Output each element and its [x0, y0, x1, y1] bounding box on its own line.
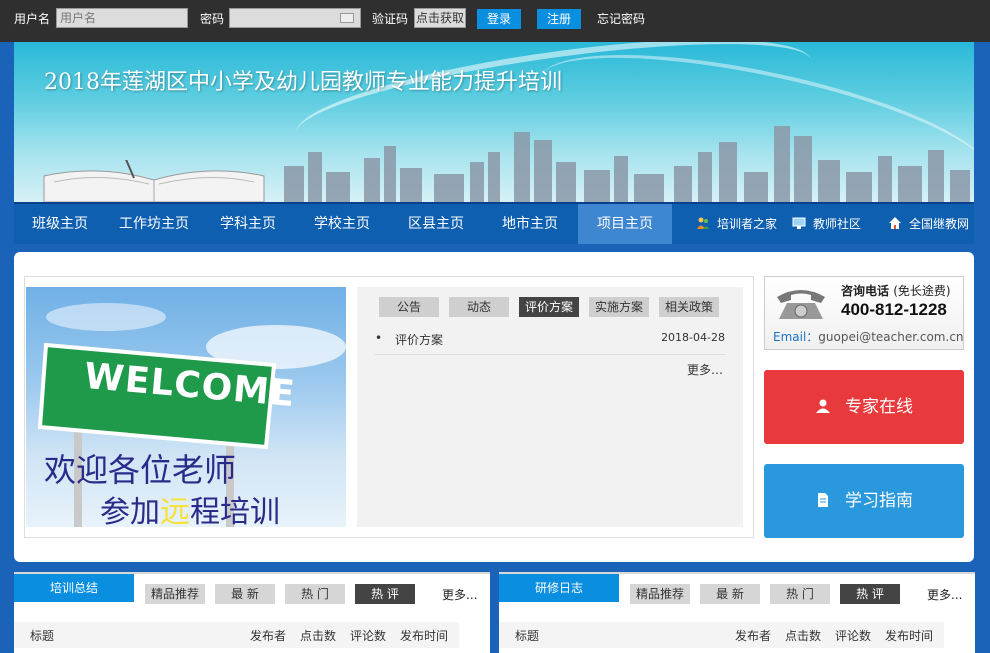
login-bar: 用户名 用户名 密码 验证码 点击获取 登录 注册 忘记密码	[0, 0, 990, 42]
forgot-password-link[interactable]: 忘记密码	[597, 10, 645, 27]
column-title: 标题	[515, 629, 540, 643]
welcome-line-1: 欢迎各位老师	[44, 451, 237, 489]
nav-item-workshop[interactable]: 工作坊主页	[112, 204, 196, 244]
welcome-line-2: 参加远程培训	[100, 487, 280, 527]
expert-online-button[interactable]: 专家在线	[764, 370, 964, 444]
column-clicks: 点击数	[300, 629, 337, 643]
tab-implementation-plan[interactable]: 实施方案	[589, 297, 649, 317]
news-more-link[interactable]: 更多…	[687, 361, 723, 378]
content-box: WELCOME 欢迎各位老师 参加远程培训 公告 动态 评价方案 实施方案 相关…	[24, 276, 754, 538]
tab-popular[interactable]: 热 门	[770, 584, 830, 604]
divider	[375, 354, 725, 355]
telephone-icon	[777, 290, 825, 319]
column-clicks: 点击数	[785, 629, 822, 643]
username-input[interactable]: 用户名	[56, 8, 188, 28]
welcome-line-2-part: 参加	[100, 495, 160, 527]
email-address[interactable]: guopei@teacher.com.cn	[818, 330, 963, 344]
banner-title: 2018年莲湖区中小学及幼儿园教师专业能力提升培训	[44, 70, 562, 95]
contact-box: 咨询电话 (免长途费) 400-812-1228 Email：guopei@te…	[764, 276, 964, 350]
tab-updates[interactable]: 动态	[449, 297, 509, 317]
panel-more-link[interactable]: 更多...	[442, 586, 477, 603]
nav-link-trainers-home[interactable]: 培训者之家	[696, 204, 777, 244]
home-icon	[889, 217, 901, 229]
phone-number: 400-812-1228	[841, 300, 947, 319]
nav-link-label: 全国继教网	[909, 217, 970, 231]
news-title[interactable]: 评价方案	[395, 331, 443, 348]
column-title: 标题	[30, 629, 55, 643]
column-publisher: 发布者	[250, 629, 287, 643]
table-header: 标题 发布者 点击数 评论数 发布时间	[14, 622, 459, 648]
tab-featured[interactable]: 精品推荐	[145, 584, 205, 604]
people-icon	[697, 217, 709, 229]
tab-evaluation-plan[interactable]: 评价方案	[519, 297, 579, 317]
nav-item-class[interactable]: 班级主页	[24, 204, 96, 244]
column-publisher: 发布者	[735, 629, 772, 643]
document-icon	[818, 493, 828, 507]
consult-label: 咨询电话	[841, 284, 890, 298]
monitor-icon	[792, 217, 806, 229]
nav-item-subject[interactable]: 学科主页	[212, 204, 284, 244]
city-skyline-illustration	[284, 126, 970, 202]
expert-online-label: 专家在线	[845, 397, 913, 417]
nav-item-city[interactable]: 地市主页	[494, 204, 566, 244]
nav-item-school[interactable]: 学校主页	[306, 204, 378, 244]
nav-link-teacher-community[interactable]: 教师社区	[792, 204, 861, 244]
panel-title: 培训总结	[14, 574, 134, 602]
column-comments: 评论数	[835, 629, 872, 643]
password-input[interactable]	[229, 8, 361, 28]
book-quill-illustration	[43, 160, 265, 202]
study-guide-label: 学习指南	[845, 491, 913, 511]
consult-note: (免长途费)	[893, 284, 951, 298]
nav-link-national[interactable]: 全国继教网	[888, 204, 969, 244]
tab-featured[interactable]: 精品推荐	[630, 584, 690, 604]
news-tabs-panel: 公告 动态 评价方案 实施方案 相关政策 • 评价方案 2018-04-28 更…	[357, 287, 743, 527]
nav-item-project[interactable]: 项目主页	[578, 204, 672, 244]
keyboard-icon[interactable]	[340, 13, 354, 23]
captcha-button[interactable]: 点击获取	[414, 8, 466, 28]
nav-link-label: 教师社区	[813, 217, 862, 231]
tab-latest[interactable]: 最 新	[215, 584, 275, 604]
tab-related-policy[interactable]: 相关政策	[659, 297, 719, 317]
email-line: Email：guopei@teacher.com.cn	[773, 328, 964, 345]
user-icon	[816, 399, 830, 413]
main-panel: WELCOME 欢迎各位老师 参加远程培训 公告 动态 评价方案 实施方案 相关…	[14, 252, 974, 562]
tab-popular[interactable]: 热 门	[285, 584, 345, 604]
tab-hot-comments[interactable]: 热 评	[355, 584, 415, 604]
training-summary-panel: 培训总结 精品推荐 最 新 热 门 热 评 更多... 标题 发布者 点击数 评…	[14, 572, 490, 653]
panel-title: 研修日志	[499, 574, 619, 602]
login-button[interactable]: 登录	[477, 9, 521, 29]
nav-item-district[interactable]: 区县主页	[400, 204, 472, 244]
consult-phone-label: 咨询电话 (免长途费)	[841, 282, 951, 299]
main-nav: 班级主页 工作坊主页 学科主页 学校主页 区县主页 地市主页 项目主页 培训者之…	[14, 202, 974, 244]
captcha-label: 验证码	[372, 12, 409, 26]
column-publish-time: 发布时间	[400, 629, 449, 643]
register-button[interactable]: 注册	[537, 9, 581, 29]
news-date: 2018-04-28	[661, 331, 725, 344]
tab-latest[interactable]: 最 新	[700, 584, 760, 604]
welcome-banner-image[interactable]: WELCOME 欢迎各位老师 参加远程培训	[26, 287, 346, 527]
banner: 2018年莲湖区中小学及幼儿园教师专业能力提升培训	[14, 42, 974, 202]
tab-announcement[interactable]: 公告	[379, 297, 439, 317]
panel-more-link[interactable]: 更多...	[927, 586, 962, 603]
study-journal-panel: 研修日志 精品推荐 最 新 热 门 热 评 更多... 标题 发布者 点击数 评…	[499, 572, 975, 653]
password-label: 密码	[200, 12, 225, 26]
welcome-line-2-highlight: 远	[160, 495, 190, 527]
column-publish-time: 发布时间	[885, 629, 934, 643]
welcome-line-2-part: 程培训	[190, 495, 280, 527]
nav-link-label: 培训者之家	[717, 217, 778, 231]
username-label: 用户名	[14, 12, 51, 26]
tab-hot-comments[interactable]: 热 评	[840, 584, 900, 604]
bullet: •	[375, 331, 383, 345]
column-comments: 评论数	[350, 629, 387, 643]
study-guide-button[interactable]: 学习指南	[764, 464, 964, 538]
email-label: Email：	[773, 330, 819, 344]
table-header: 标题 发布者 点击数 评论数 发布时间	[499, 622, 944, 648]
